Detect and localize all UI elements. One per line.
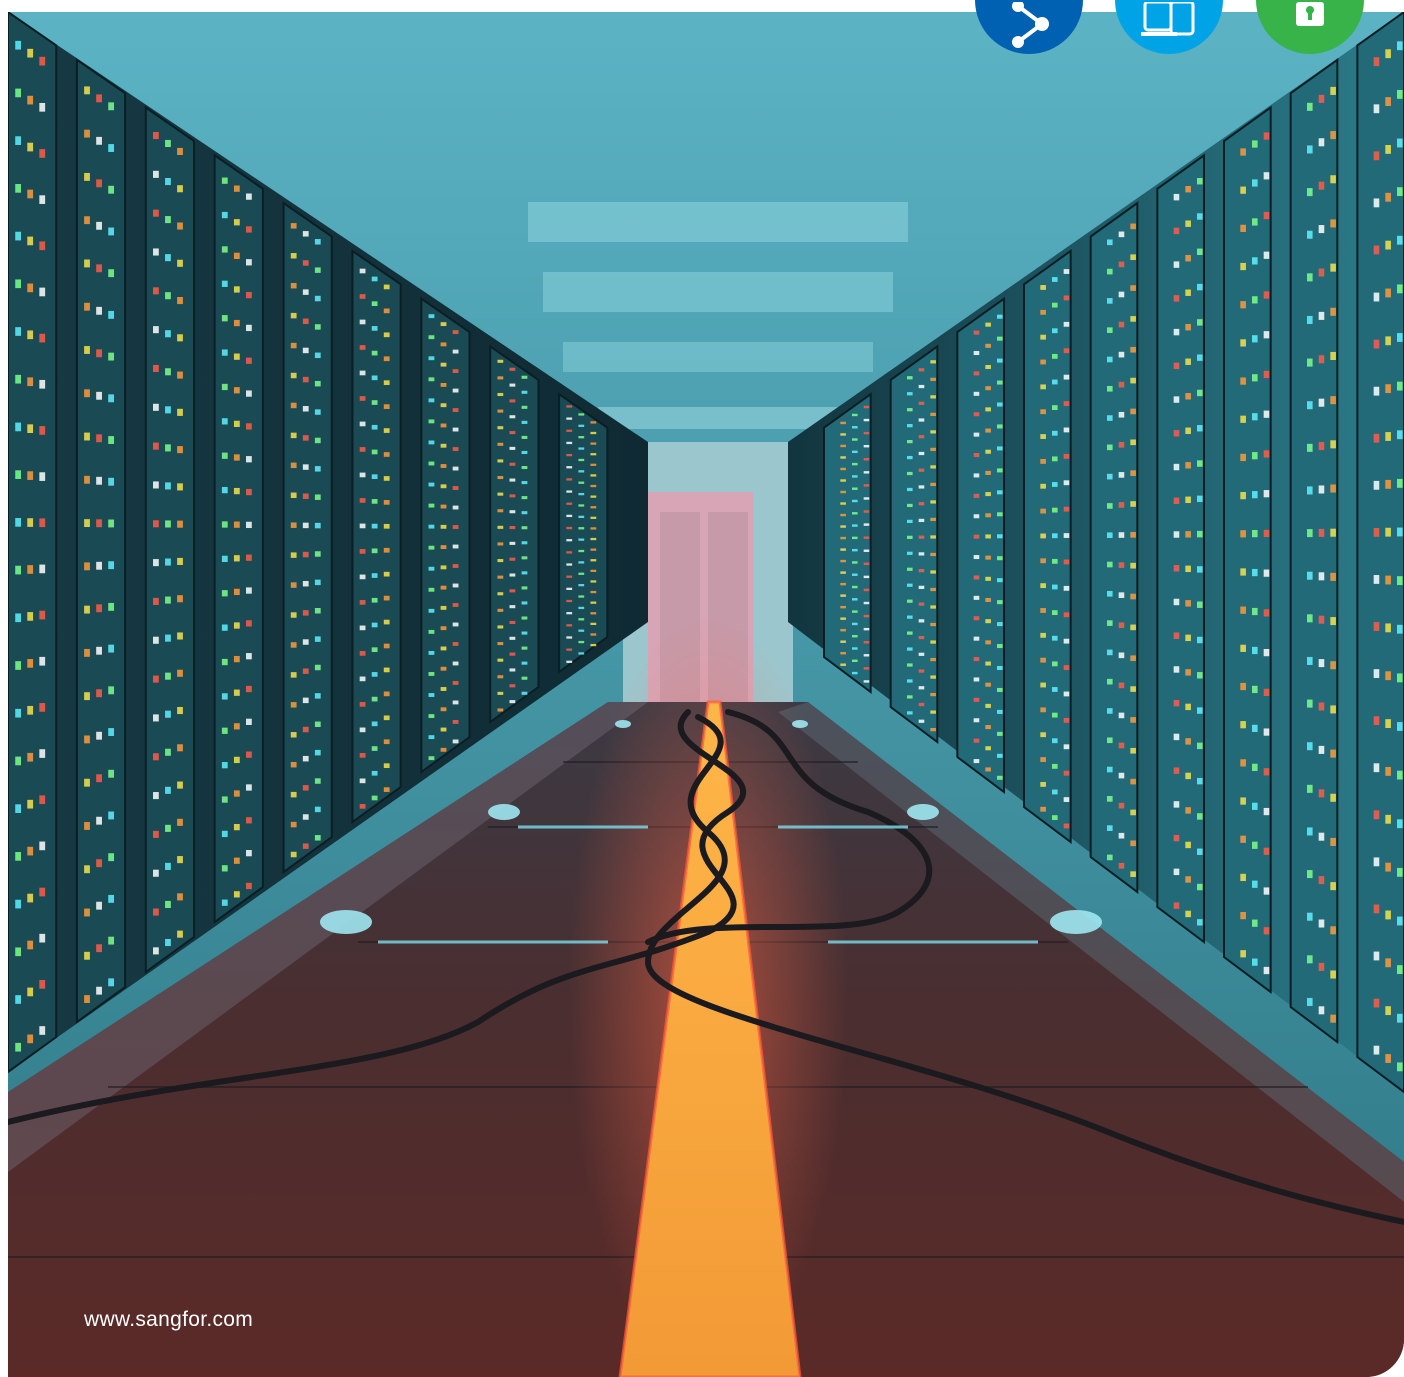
lock-icon bbox=[1296, 2, 1324, 26]
devices-icon bbox=[1141, 2, 1195, 36]
website-url[interactable]: www.sangfor.com bbox=[84, 1308, 253, 1332]
share-icon bbox=[1012, 2, 1049, 48]
server-aisle-illustration bbox=[8, 12, 1404, 1377]
data-center-photo: www.sangfor.com bbox=[8, 12, 1404, 1377]
